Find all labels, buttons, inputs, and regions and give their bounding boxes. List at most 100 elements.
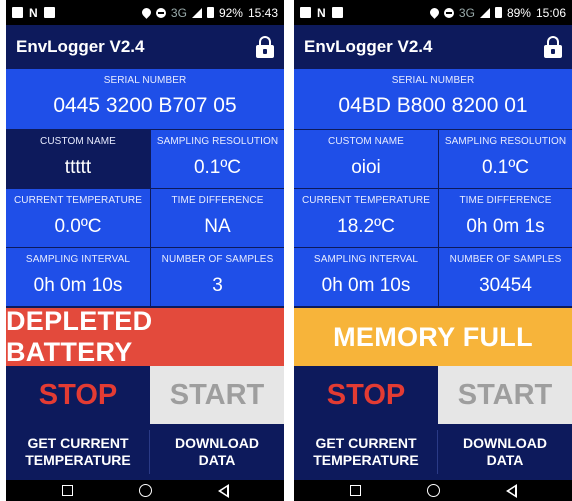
control-row: STOP START xyxy=(6,366,284,424)
sampling-interval-cell[interactable]: SAMPLING INTERVAL 0h 0m 10s xyxy=(294,248,438,306)
time-difference-label: TIME DIFFERENCE xyxy=(459,195,552,206)
current-temperature-cell: CURRENT TEMPERATURE 18.2ºC xyxy=(294,189,438,247)
get-temp-line1: GET CURRENT xyxy=(27,435,129,451)
sampling-interval-label: SAMPLING INTERVAL xyxy=(25,254,131,265)
lock-icon[interactable] xyxy=(256,36,274,58)
battery-percent: 89% xyxy=(506,5,531,20)
phone-screen-right: N 3G 89% 15:06 EnvLogger V2.4 SERIAL NUM… xyxy=(294,0,572,501)
number-of-samples-label: NUMBER OF SAMPLES xyxy=(161,254,274,265)
network-type: 3G xyxy=(458,5,475,20)
lock-icon[interactable] xyxy=(544,36,562,58)
image-notification-icon xyxy=(300,7,311,18)
download-data-button[interactable]: DOWNLOAD DATA xyxy=(438,424,572,480)
sampling-interval-label: SAMPLING INTERVAL xyxy=(313,254,419,265)
get-current-temperature-button[interactable]: GET CURRENT TEMPERATURE xyxy=(294,424,438,480)
sampling-interval-value: 0h 0m 10s xyxy=(321,275,411,296)
sampling-resolution-value: 0.1ºC xyxy=(193,157,242,178)
download-line2: DATA xyxy=(198,452,236,468)
location-icon xyxy=(428,6,441,19)
serial-number-label: SERIAL NUMBER xyxy=(391,75,475,86)
clock: 15:06 xyxy=(535,5,566,20)
get-current-temperature-button[interactable]: GET CURRENT TEMPERATURE xyxy=(6,424,150,480)
do-not-disturb-icon xyxy=(443,7,454,18)
download-line2: DATA xyxy=(486,452,524,468)
nfc-icon: N xyxy=(317,5,326,20)
stop-button[interactable]: STOP xyxy=(294,366,438,424)
nfc-icon: N xyxy=(29,5,38,20)
battery-icon xyxy=(206,7,214,18)
download-data-button[interactable]: DOWNLOAD DATA xyxy=(150,424,284,480)
navigation-bar xyxy=(294,480,572,501)
sampling-interval-cell[interactable]: SAMPLING INTERVAL 0h 0m 10s xyxy=(6,248,150,306)
time-difference-value: 0h 0m 1s xyxy=(466,216,545,237)
home-icon[interactable] xyxy=(427,484,440,497)
get-temp-line2: TEMPERATURE xyxy=(25,452,131,468)
number-of-samples-value: 30454 xyxy=(479,275,532,296)
current-temperature-label: CURRENT TEMPERATURE xyxy=(301,195,431,206)
sampling-resolution-cell[interactable]: SAMPLING RESOLUTION 0.1ºC xyxy=(439,130,572,188)
phone-screen-left: N 3G 92% 15:43 EnvLogger V2.4 SERIAL NUM… xyxy=(6,0,284,501)
serial-number-label: SERIAL NUMBER xyxy=(103,75,187,86)
control-row: STOP START xyxy=(294,366,572,424)
status-bar: N 3G 89% 15:06 xyxy=(294,0,572,25)
action-row: GET CURRENT TEMPERATURE DOWNLOAD DATA xyxy=(294,424,572,480)
serial-number-value: 04BD B800 8200 01 xyxy=(338,94,528,117)
download-line1: DOWNLOAD xyxy=(175,435,259,451)
sampling-interval-value: 0h 0m 10s xyxy=(33,275,123,296)
clock: 15:43 xyxy=(247,5,278,20)
sampling-resolution-label: SAMPLING RESOLUTION xyxy=(444,136,567,147)
custom-name-value: ttttt xyxy=(64,157,92,178)
signal-icon xyxy=(191,7,202,18)
current-temperature-value: 0.0ºC xyxy=(54,216,102,237)
number-of-samples-label: NUMBER OF SAMPLES xyxy=(449,254,562,265)
time-difference-cell: TIME DIFFERENCE 0h 0m 1s xyxy=(439,189,572,247)
network-type: 3G xyxy=(170,5,187,20)
download-line1: DOWNLOAD xyxy=(463,435,547,451)
custom-name-label: CUSTOM NAME xyxy=(328,136,404,147)
app-title: EnvLogger V2.4 xyxy=(16,37,145,56)
time-difference-cell: TIME DIFFERENCE NA xyxy=(151,189,284,247)
custom-name-cell[interactable]: CUSTOM NAME ttttt xyxy=(6,130,150,188)
action-row: GET CURRENT TEMPERATURE DOWNLOAD DATA xyxy=(6,424,284,480)
back-icon[interactable] xyxy=(506,484,517,498)
start-button[interactable]: START xyxy=(150,366,284,424)
custom-name-cell[interactable]: CUSTOM NAME oioi xyxy=(294,130,438,188)
file-notification-icon xyxy=(331,7,343,18)
home-icon[interactable] xyxy=(139,484,152,497)
serial-number-panel: SERIAL NUMBER 0445 3200 B707 05 xyxy=(6,69,284,129)
recents-icon[interactable] xyxy=(62,485,73,496)
custom-name-label: CUSTOM NAME xyxy=(40,136,116,147)
app-title: EnvLogger V2.4 xyxy=(304,37,433,56)
current-temperature-label: CURRENT TEMPERATURE xyxy=(13,195,143,206)
battery-percent: 92% xyxy=(218,5,243,20)
app-bar: EnvLogger V2.4 xyxy=(6,25,284,69)
battery-icon xyxy=(494,7,502,18)
signal-icon xyxy=(479,7,490,18)
sampling-resolution-label: SAMPLING RESOLUTION xyxy=(156,136,279,147)
recents-icon[interactable] xyxy=(350,485,361,496)
serial-number-panel: SERIAL NUMBER 04BD B800 8200 01 xyxy=(294,69,572,129)
image-notification-icon xyxy=(12,7,23,18)
sampling-resolution-value: 0.1ºC xyxy=(481,157,530,178)
get-temp-line1: GET CURRENT xyxy=(315,435,417,451)
current-temperature-cell: CURRENT TEMPERATURE 0.0ºC xyxy=(6,189,150,247)
number-of-samples-cell: NUMBER OF SAMPLES 30454 xyxy=(439,248,572,306)
start-button[interactable]: START xyxy=(438,366,572,424)
app-bar: EnvLogger V2.4 xyxy=(294,25,572,69)
stop-button[interactable]: STOP xyxy=(6,366,150,424)
custom-name-value: oioi xyxy=(351,157,381,178)
alert-banner: MEMORY FULL xyxy=(294,308,572,366)
serial-number-value: 0445 3200 B707 05 xyxy=(53,94,237,117)
back-icon[interactable] xyxy=(218,484,229,498)
navigation-bar xyxy=(6,480,284,501)
current-temperature-value: 18.2ºC xyxy=(337,216,395,237)
status-bar: N 3G 92% 15:43 xyxy=(6,0,284,25)
time-difference-label: TIME DIFFERENCE xyxy=(171,195,264,206)
number-of-samples-cell: NUMBER OF SAMPLES 3 xyxy=(151,248,284,306)
get-temp-line2: TEMPERATURE xyxy=(313,452,419,468)
do-not-disturb-icon xyxy=(155,7,166,18)
file-notification-icon xyxy=(43,7,55,18)
location-icon xyxy=(140,6,153,19)
sampling-resolution-cell[interactable]: SAMPLING RESOLUTION 0.1ºC xyxy=(151,130,284,188)
alert-banner: DEPLETED BATTERY xyxy=(6,306,284,367)
